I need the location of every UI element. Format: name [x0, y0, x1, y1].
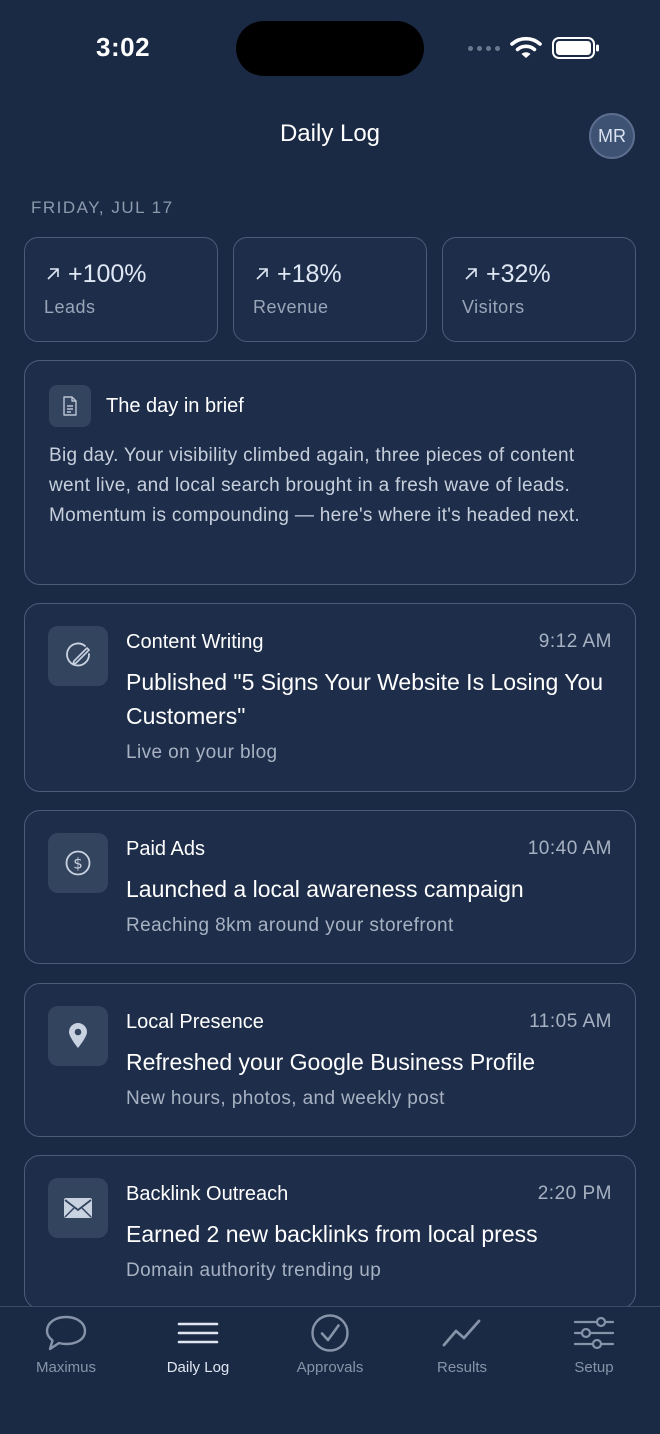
status-bar: 3:02	[0, 0, 660, 96]
stat-value: +32%	[486, 260, 551, 288]
activity-card[interactable]: $ Paid Ads 10:40 AM Launched a local awa…	[24, 810, 636, 964]
tab-label: Setup	[574, 1359, 614, 1376]
stat-value: +18%	[277, 260, 342, 288]
sliders-icon	[573, 1316, 615, 1350]
trend-line-icon	[442, 1319, 481, 1347]
tab-label: Daily Log	[166, 1359, 230, 1376]
mail-icon	[48, 1178, 108, 1238]
stat-card-visitors: +32% Visitors	[442, 237, 636, 342]
dollar-icon: $	[48, 833, 108, 893]
activity-title: Launched a local awareness campaign	[126, 876, 524, 902]
tab-maximus[interactable]: Maximus	[0, 1313, 132, 1393]
arrow-up-right-icon	[47, 268, 59, 280]
activity-title: Published "5 Signs Your Website Is Losin…	[126, 669, 604, 729]
activity-card[interactable]: Backlink Outreach 2:20 PM Earned 2 new b…	[24, 1155, 636, 1309]
screen: 3:02 Daily Log MR FRIDAY, JUL 17 +100% L…	[0, 0, 660, 1434]
stat-label: Leads	[44, 297, 96, 317]
stat-value: +100%	[68, 260, 147, 288]
page-title: Daily Log	[279, 120, 381, 147]
activity-category: Backlink Outreach	[126, 1183, 289, 1205]
activity-category: Content Writing	[126, 631, 264, 653]
activity-time: 9:12 AM	[538, 631, 612, 652]
tab-label: Approvals	[296, 1359, 364, 1376]
tab-results[interactable]: Results	[396, 1313, 528, 1393]
activity-title: Earned 2 new backlinks from local press	[126, 1221, 538, 1247]
activity-category: Paid Ads	[126, 838, 205, 860]
map-pin-icon	[48, 1006, 108, 1066]
svg-text:$: $	[73, 855, 83, 873]
avatar[interactable]: MR	[589, 113, 635, 159]
tab-approvals[interactable]: Approvals	[264, 1313, 396, 1393]
cellular-signal-icon	[468, 46, 500, 51]
check-circle-icon	[311, 1314, 349, 1352]
menu-lines-icon	[177, 1322, 219, 1344]
day-brief-card: The day in brief Big day. Your visibilit…	[24, 360, 636, 585]
tab-bar: Maximus Daily Log Approvals Results Setu…	[0, 1306, 660, 1434]
brief-title: The day in brief	[106, 395, 244, 417]
stat-label: Revenue	[253, 297, 329, 317]
brief-text: Big day. Your visibility climbed again, …	[49, 445, 580, 526]
arrow-up-right-icon	[256, 268, 268, 280]
date-label: FRIDAY, JUL 17	[31, 198, 174, 217]
stat-card-leads: +100% Leads	[24, 237, 218, 342]
tab-label: Results	[436, 1359, 488, 1376]
activity-card[interactable]: Local Presence 11:05 AM Refreshed your G…	[24, 983, 636, 1137]
chat-bubble-icon	[45, 1315, 87, 1351]
activity-title: Refreshed your Google Business Profile	[126, 1049, 536, 1075]
activity-time: 2:20 PM	[537, 1183, 612, 1204]
activity-subtitle: Domain authority trending up	[126, 1260, 382, 1281]
wifi-icon	[510, 36, 542, 58]
dynamic-island	[236, 21, 424, 76]
pen-icon	[48, 626, 108, 686]
stat-card-revenue: +18% Revenue	[233, 237, 427, 342]
tab-daily-log[interactable]: Daily Log	[132, 1313, 264, 1393]
activity-subtitle: Reaching 8km around your storefront	[126, 915, 454, 936]
tab-label: Maximus	[35, 1359, 96, 1376]
activity-subtitle: New hours, photos, and weekly post	[126, 1088, 445, 1109]
activity-time: 10:40 AM	[527, 838, 612, 859]
arrow-up-right-icon	[465, 268, 477, 280]
battery-icon	[552, 37, 599, 59]
document-icon	[49, 385, 91, 427]
activity-subtitle: Live on your blog	[126, 742, 278, 763]
status-time: 3:02	[96, 32, 151, 62]
activity-time: 11:05 AM	[529, 1011, 612, 1032]
stat-label: Visitors	[462, 297, 525, 317]
activity-category: Local Presence	[126, 1011, 264, 1033]
tab-setup[interactable]: Setup	[528, 1313, 660, 1393]
activity-card[interactable]: Content Writing 9:12 AM Published "5 Sig…	[24, 603, 636, 792]
